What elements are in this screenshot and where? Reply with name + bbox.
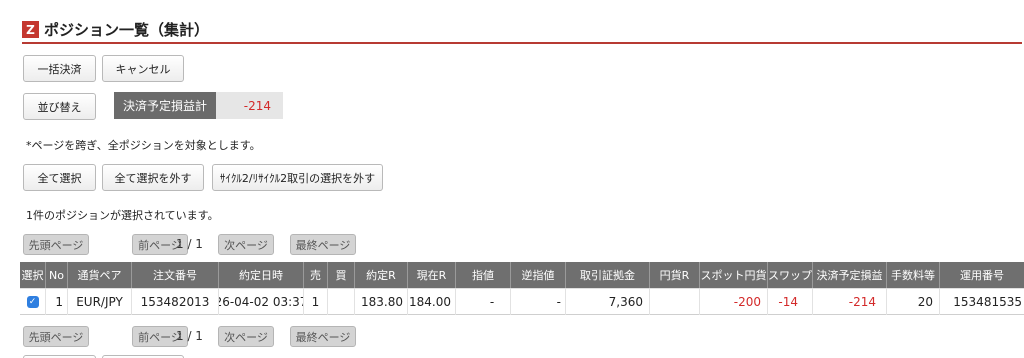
cancel-button[interactable]: キャンセル xyxy=(102,55,184,82)
row-exec-rate: 183.80 xyxy=(355,289,408,315)
row-pair: EUR/JPY xyxy=(68,289,132,315)
row-buy xyxy=(328,289,355,315)
brand-logo-icon: Z xyxy=(22,21,39,38)
summary-pnl-label: 決済予定損益計 xyxy=(114,92,216,119)
deselect-cycle-button[interactable]: ｻｲｸﾙ2/ﾘｻｲｸﾙ2取引の選択を外す xyxy=(212,164,383,191)
col-limit: 指値 xyxy=(456,262,511,288)
col-pair: 通貨ペア xyxy=(68,262,132,288)
row-spot-yen: -200 xyxy=(700,289,768,315)
row-sell: 1 xyxy=(304,289,328,315)
next-page-button[interactable]: 次ページ xyxy=(218,234,274,255)
col-select: 選択 xyxy=(20,262,46,288)
page-indicator-bottom: 1 / 1 xyxy=(176,329,203,343)
bulk-settle-button[interactable]: 一括決済 xyxy=(23,55,96,82)
next-page-button-bottom[interactable]: 次ページ xyxy=(218,326,274,347)
row-stop: - xyxy=(511,289,566,315)
row-limit: - xyxy=(456,289,511,315)
row-datetime: 26-04-02 03:37 xyxy=(219,289,304,315)
col-sell: 売 xyxy=(304,262,328,288)
deselect-all-button[interactable]: 全て選択を外す xyxy=(102,164,204,191)
selection-status: 1件のポジションが選択されています。 xyxy=(26,209,219,222)
col-current-rate: 現在R xyxy=(408,262,456,288)
col-order-no: 注文番号 xyxy=(132,262,219,288)
col-yen-rate: 円貨R xyxy=(650,262,700,288)
positions-table-header: 選択 No 通貨ペア 注文番号 約定日時 売 買 約定R 現在R 指値 逆指値 … xyxy=(20,262,1024,288)
row-select-cell[interactable]: ✓ xyxy=(20,289,46,315)
scope-note: *ページを跨ぎ、全ポジションを対象とします。 xyxy=(26,139,261,152)
col-exec-rate: 約定R xyxy=(355,262,408,288)
sort-button[interactable]: 並び替え xyxy=(23,93,96,120)
first-page-button-bottom[interactable]: 先頭ページ xyxy=(23,326,89,347)
row-current-rate: 184.00 xyxy=(408,289,456,315)
first-page-button[interactable]: 先頭ページ xyxy=(23,234,89,255)
row-swap: -14 xyxy=(768,289,813,315)
page-title: ポジション一覧（集計） xyxy=(44,21,210,39)
table-row[interactable]: ✓ 1 EUR/JPY 153482013 26-04-02 03:37 1 1… xyxy=(20,288,1024,315)
col-stop: 逆指値 xyxy=(511,262,566,288)
col-datetime: 約定日時 xyxy=(219,262,304,288)
col-op-no: 運用番号 xyxy=(960,269,1004,282)
row-yen-rate xyxy=(650,289,700,315)
col-spot-yen: スポット円貨 xyxy=(700,262,768,288)
row-no: 1 xyxy=(46,289,68,315)
page-header: Z ポジション一覧（集計） xyxy=(22,18,1022,44)
row-fee: 20 xyxy=(887,289,940,315)
row-margin: 7,360 xyxy=(566,289,650,315)
col-fee: 手数料等 xyxy=(887,262,940,288)
last-page-button[interactable]: 最終ページ xyxy=(290,234,356,255)
row-pnl: -214 xyxy=(813,289,887,315)
col-buy: 買 xyxy=(328,262,355,288)
col-no: No xyxy=(46,262,68,288)
col-swap: スワップ xyxy=(768,262,813,288)
page-indicator: 1 / 1 xyxy=(176,237,203,251)
col-margin: 取引証拠金 xyxy=(566,262,650,288)
checkbox-checked-icon[interactable]: ✓ xyxy=(26,296,39,308)
select-all-button[interactable]: 全て選択 xyxy=(23,164,96,191)
last-page-button-bottom[interactable]: 最終ページ xyxy=(290,326,356,347)
summary-pnl-value: -214 xyxy=(216,92,283,119)
row-order-no: 153482013 xyxy=(132,289,219,315)
row-op-no: 153481535 xyxy=(953,295,1022,309)
col-pnl: 決済予定損益 xyxy=(813,262,887,288)
